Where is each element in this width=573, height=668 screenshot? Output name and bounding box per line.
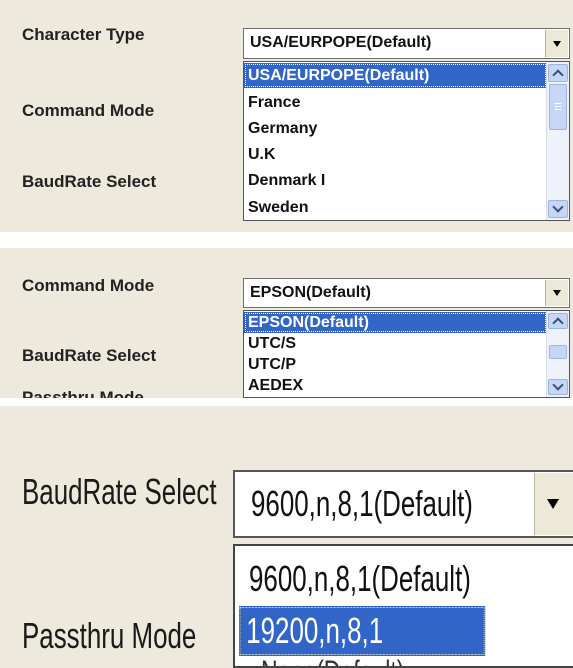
scroll-up-button[interactable] — [548, 313, 568, 329]
scroll-thumb[interactable] — [549, 345, 567, 359]
baudrate-value: 9600,n,8,1(Default) — [251, 483, 473, 524]
character-type-panel: Character Type Command Mode BaudRate Sel… — [0, 0, 573, 232]
character-type-label: Character Type — [22, 25, 145, 44]
command-mode-dropdown[interactable]: EPSON(Default) — [243, 278, 570, 308]
scroll-down-button[interactable] — [548, 379, 568, 395]
scroll-thumb[interactable] — [549, 84, 567, 130]
baudrate-select-label: BaudRate Select — [22, 172, 157, 191]
command-mode-panel: Command Mode BaudRate Select Passthru Mo… — [0, 248, 573, 398]
list-item[interactable]: UTC/P — [244, 354, 547, 375]
dropdown-arrow-button[interactable] — [534, 473, 573, 535]
list-item[interactable]: France — [244, 90, 547, 115]
listbox-scrollbar[interactable] — [546, 311, 569, 397]
command-mode-listbox[interactable]: EPSON(Default) UTC/S UTC/P AEDEX — [243, 310, 570, 398]
chevron-down-icon — [547, 499, 559, 509]
chevron-down-icon — [553, 40, 561, 47]
scroll-down-button[interactable] — [548, 200, 568, 218]
separator — [0, 232, 573, 248]
dropdown-arrow-button[interactable] — [545, 280, 568, 306]
command-mode-label: Command Mode — [22, 276, 155, 295]
list-item-partial: None(Default) — [261, 654, 476, 666]
command-mode-label: Command Mode — [22, 101, 155, 120]
baudrate-select-label: BaudRate Select — [22, 471, 217, 512]
list-item[interactable]: UTC/S — [244, 333, 547, 354]
list-item[interactable]: USA/EURPOPE(Default) — [244, 63, 547, 88]
character-type-value: USA/EURPOPE(Default) — [250, 34, 432, 51]
separator — [0, 398, 573, 406]
baudrate-select-label: BaudRate Select — [22, 346, 157, 365]
command-mode-value: EPSON(Default) — [250, 284, 371, 301]
list-item[interactable]: U.K — [244, 142, 547, 167]
dropdown-arrow-button[interactable] — [545, 30, 568, 57]
character-type-dropdown[interactable]: USA/EURPOPE(Default) — [243, 28, 570, 59]
baudrate-panel: BaudRate Select Passthru Mode 9600,n,8,1… — [0, 406, 573, 668]
baudrate-listbox[interactable]: 9600,n,8,1(Default) 19200,n,8,1 None(Def… — [233, 544, 573, 668]
listbox-scrollbar[interactable] — [546, 62, 569, 220]
scroll-up-button[interactable] — [548, 64, 568, 82]
baudrate-dropdown[interactable]: 9600,n,8,1(Default) — [233, 470, 573, 538]
chevron-down-icon — [553, 290, 561, 296]
passthru-mode-label: Passthru Mode — [22, 615, 197, 656]
chevron-down-icon — [552, 379, 564, 391]
list-item[interactable]: 9600,n,8,1(Default) — [249, 552, 472, 606]
list-item[interactable]: Germany — [244, 116, 547, 141]
character-type-listbox[interactable]: USA/EURPOPE(Default) France Germany U.K … — [243, 61, 570, 221]
chevron-down-icon — [552, 201, 564, 213]
list-item[interactable]: Sweden — [244, 195, 547, 220]
chevron-up-icon — [552, 69, 564, 81]
list-item[interactable]: 19200,n,8,1 — [239, 606, 486, 656]
list-item[interactable]: Denmark I — [244, 168, 547, 193]
passthru-mode-label: Passthru Mode — [22, 388, 144, 398]
list-item[interactable]: EPSON(Default) — [244, 312, 547, 333]
chevron-up-icon — [552, 317, 564, 329]
list-item[interactable]: AEDEX — [244, 375, 547, 396]
